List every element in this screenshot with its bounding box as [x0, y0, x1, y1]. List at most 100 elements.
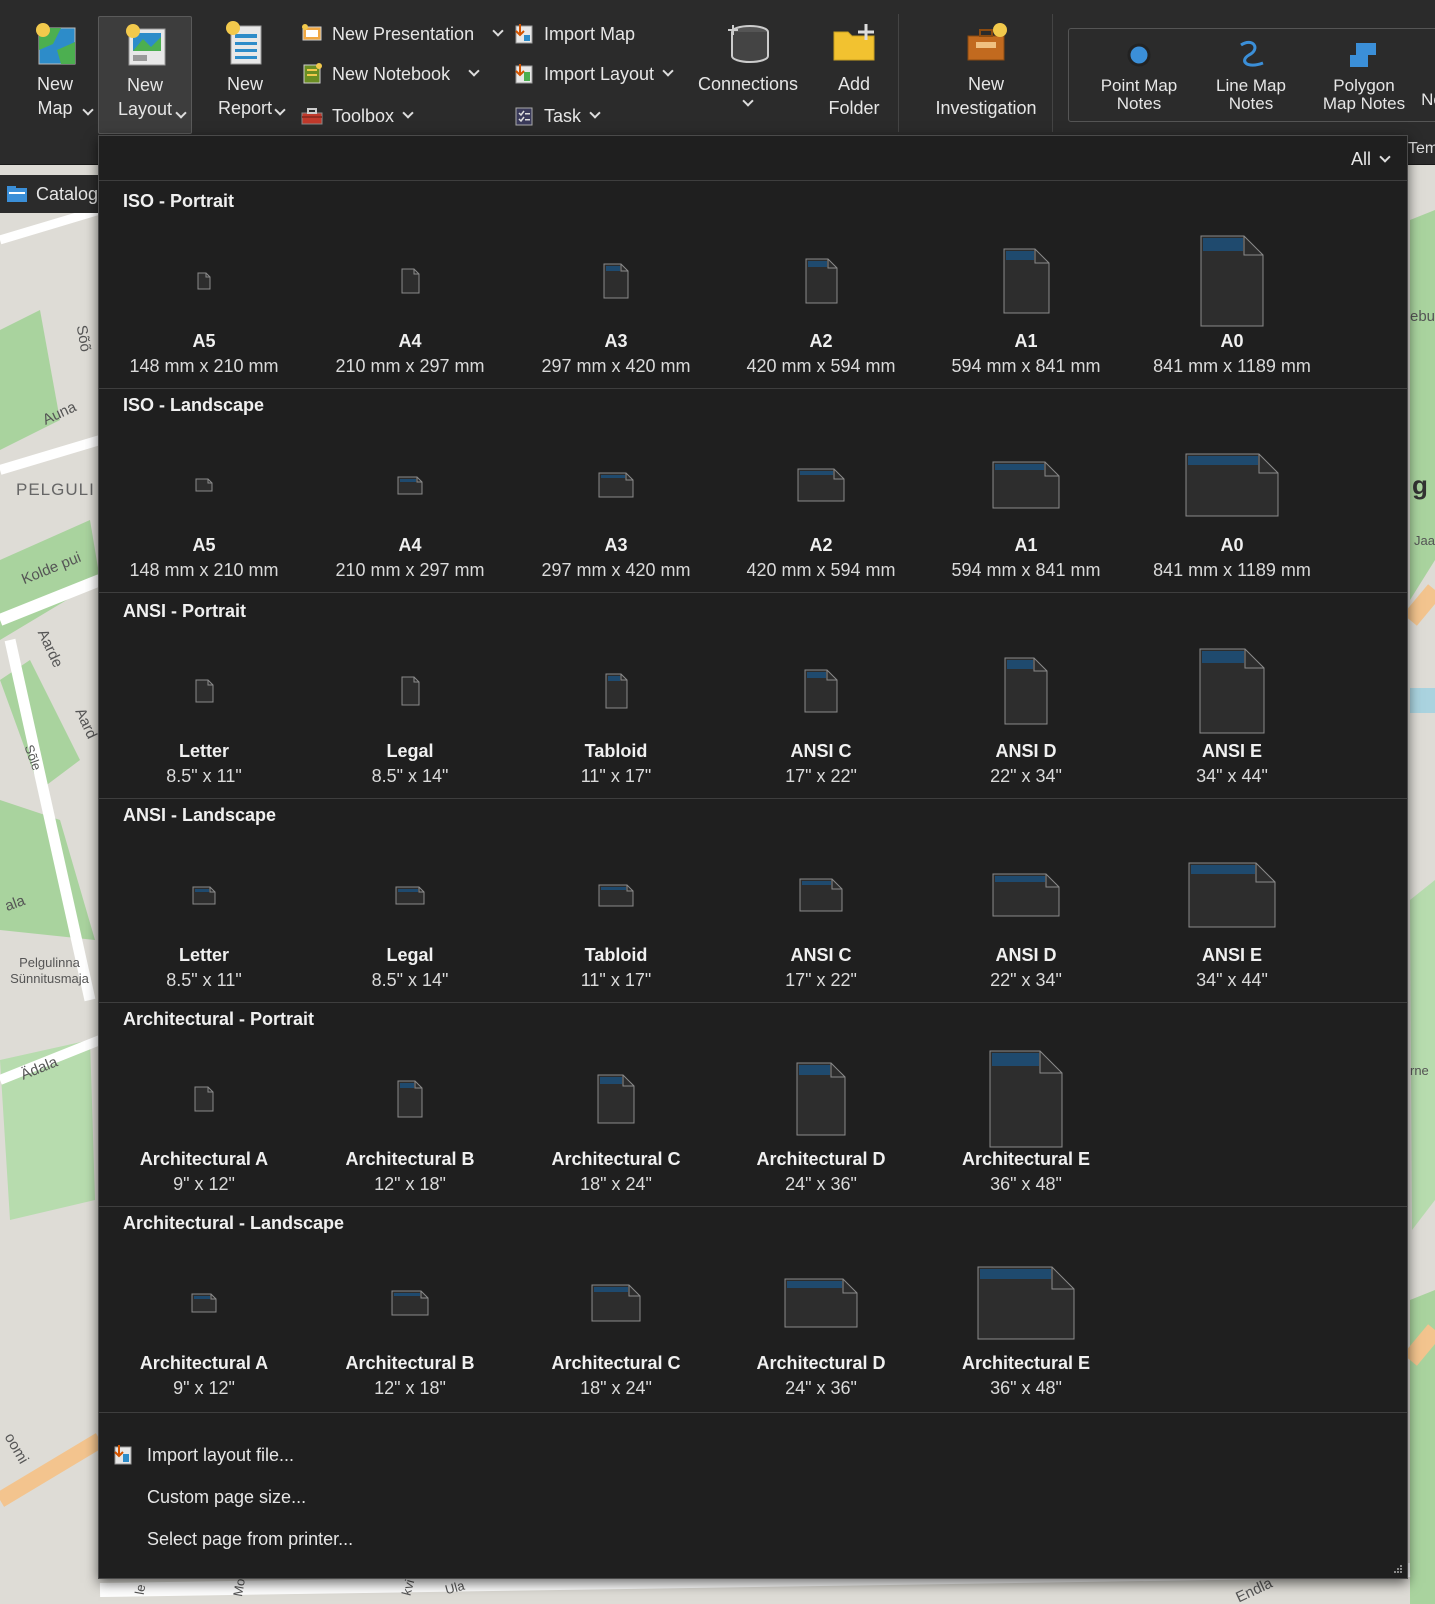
page-size-tile[interactable]: ANSI D 22" x 34" [921, 835, 1131, 995]
import-map-button[interactable]: Import Map [512, 22, 635, 46]
page-size-tile[interactable]: ANSI E 34" x 44" [1127, 835, 1337, 995]
connections-button[interactable]: Connections [692, 16, 804, 124]
page-icon [1003, 248, 1049, 314]
page-size-tile[interactable]: Architectural A 9" x 12" [99, 1243, 309, 1403]
page-size-tile[interactable]: A5 148 mm x 210 mm [99, 221, 309, 381]
filter-dropdown[interactable]: All [1350, 149, 1391, 170]
page-size-tile[interactable]: A0 841 mm x 1189 mm [1127, 425, 1337, 585]
section-title: Architectural - Portrait [123, 1009, 315, 1029]
page-icon-area [1127, 425, 1337, 535]
import-layout-button[interactable]: Import Layout [512, 62, 674, 86]
map-label: Jaa [1414, 533, 1435, 548]
new-notebook-button[interactable]: New Notebook [300, 62, 480, 86]
page-size-dimensions: 24" x 36" [785, 1174, 857, 1194]
toolbox-button[interactable]: Toolbox [300, 104, 414, 128]
page-size-dimensions: 8.5" x 14" [371, 766, 449, 786]
page-size-tile[interactable]: A2 420 mm x 594 mm [716, 425, 926, 585]
import-map-label: Import Map [544, 23, 636, 44]
chevron-down-icon [175, 107, 187, 119]
page-size-tile[interactable]: A5 148 mm x 210 mm [99, 425, 309, 585]
page-icon-area [921, 221, 1131, 331]
page-size-tile[interactable]: ANSI C 17" x 22" [716, 631, 926, 791]
page-size-name: Legal [386, 741, 434, 761]
page-size-name: Architectural A [139, 1353, 269, 1373]
page-size-tile[interactable]: A3 297 mm x 420 mm [511, 425, 721, 585]
page-size-tile[interactable]: Architectural D 24" x 36" [716, 1243, 926, 1403]
page-size-tile[interactable]: ANSI D 22" x 34" [921, 631, 1131, 791]
page-size-tile[interactable]: Architectural E 36" x 48" [921, 1039, 1131, 1199]
resize-grip-icon[interactable] [1393, 1564, 1403, 1574]
filter-value: All [1350, 149, 1371, 169]
page-size-dimensions: 17" x 22" [785, 766, 857, 786]
new-map-button[interactable]: New Map [10, 16, 100, 124]
page-icon [796, 1062, 846, 1136]
page-size-tile[interactable]: Architectural B 12" x 18" [305, 1243, 515, 1403]
page-size-tile[interactable]: A4 210 mm x 297 mm [305, 425, 515, 585]
page-size-tile[interactable]: Architectural C 18" x 24" [511, 1243, 721, 1403]
page-size-tile[interactable]: Letter 8.5" x 11" [99, 835, 309, 995]
new-layout-button[interactable]: New Layout [98, 16, 192, 134]
page-size-dimensions: 594 mm x 841 mm [951, 560, 1101, 580]
page-size-tile[interactable]: A3 297 mm x 420 mm [511, 221, 721, 381]
templates-tab[interactable]: Tem [1408, 140, 1435, 158]
page-size-tile[interactable]: Architectural A 9" x 12" [99, 1039, 309, 1199]
task-button[interactable]: Task [512, 104, 601, 128]
catalog-label: Catalog [36, 183, 99, 204]
page-icon-area [99, 221, 309, 331]
page-icon-area [511, 1243, 721, 1353]
custom-page-size-item[interactable]: Custom page size... [111, 1482, 306, 1512]
new-investigation-button[interactable]: New Investigation [918, 16, 1054, 124]
select-page-from-printer-item[interactable]: Select page from printer... [111, 1524, 353, 1554]
page-size-name: Architectural D [756, 1353, 886, 1373]
page-size-tile[interactable]: ANSI C 17" x 22" [716, 835, 926, 995]
page-size-tile[interactable]: Tabloid 11" x 17" [511, 631, 721, 791]
page-size-tile[interactable]: Tabloid 11" x 17" [511, 835, 721, 995]
import-layout-file-item[interactable]: Import layout file... [111, 1440, 294, 1470]
page-size-tile[interactable]: Letter 8.5" x 11" [99, 631, 309, 791]
page-icon [391, 1290, 429, 1316]
page-size-tile[interactable]: Legal 8.5" x 14" [305, 631, 515, 791]
task-icon [515, 107, 533, 126]
page-icon-area [921, 631, 1131, 741]
map-label: ebu [1410, 308, 1435, 325]
page-size-tile[interactable]: Legal 8.5" x 14" [305, 835, 515, 995]
import-map-icon [515, 24, 533, 44]
page-size-name: Tabloid [584, 741, 648, 761]
layout-section: ANSI - Landscape Letter 8.5" x 11" Legal 8.5… [99, 795, 1407, 1003]
line-map-notes-button[interactable]: Line Map Notes [1201, 37, 1301, 113]
page-size-tile[interactable]: Architectural E 36" x 48" [921, 1243, 1131, 1403]
add-folder-button[interactable]: Add Folder [812, 16, 896, 124]
page-size-name: A1 [1014, 331, 1038, 351]
page-size-tile[interactable]: A1 594 mm x 841 mm [921, 425, 1131, 585]
page-icon-area [305, 425, 515, 535]
page-size-tile[interactable]: Architectural D 24" x 36" [716, 1039, 926, 1199]
page-size-tile[interactable]: ANSI E 34" x 44" [1127, 631, 1337, 791]
page-icon-area [99, 425, 309, 535]
new-report-button[interactable]: New Report [200, 16, 290, 124]
catalog-pane-tab[interactable]: Catalog [0, 175, 100, 213]
page-size-name: A5 [192, 331, 216, 351]
point-icon [1127, 43, 1151, 67]
section-title: ANSI - Portrait [123, 601, 247, 621]
page-size-tile[interactable]: Architectural B 12" x 18" [305, 1039, 515, 1199]
page-size-tile[interactable]: A0 841 mm x 1189 mm [1127, 221, 1337, 381]
page-size-tile[interactable]: A4 210 mm x 297 mm [305, 221, 515, 381]
page-size-name: Architectural E [961, 1353, 1091, 1373]
layout-section: ANSI - Portrait Letter 8.5" x 11" Legal 8.5"… [99, 591, 1407, 799]
chevron-down-icon [589, 107, 601, 119]
page-size-tile[interactable]: Architectural C 18" x 24" [511, 1039, 721, 1199]
map-label: PELGULI [16, 480, 95, 499]
page-size-name: Legal [386, 945, 434, 965]
page-size-name: A4 [398, 535, 422, 555]
more-notes-button[interactable]: No [1417, 91, 1435, 109]
polygon-map-notes-button[interactable]: Polygon Map Notes [1309, 37, 1419, 113]
page-size-tile[interactable]: A2 420 mm x 594 mm [716, 221, 926, 381]
point-map-notes-button[interactable]: Point Map Notes [1089, 37, 1189, 113]
page-size-tile[interactable]: A1 594 mm x 841 mm [921, 221, 1131, 381]
new-notebook-label: New Notebook [332, 63, 451, 84]
page-size-name: A0 [1220, 331, 1244, 351]
page-icon [992, 873, 1060, 917]
database-icon [728, 25, 769, 63]
page-icon-area [99, 1039, 309, 1149]
new-presentation-button[interactable]: New Presentation [300, 22, 504, 46]
